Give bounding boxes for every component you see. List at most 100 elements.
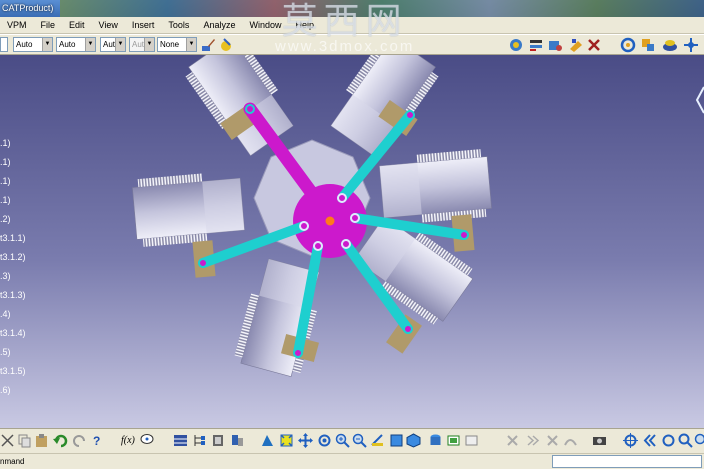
painter-icon[interactable] [218, 37, 234, 53]
tree-node[interactable]: .6) [0, 385, 11, 395]
chevron-down-icon[interactable]: ▼ [85, 38, 95, 51]
formula-icon[interactable]: f(x) [121, 433, 139, 448]
drive-icon[interactable] [662, 37, 678, 53]
swap-icon[interactable] [464, 433, 479, 448]
tree-node[interactable]: t3.1.3) [0, 290, 26, 300]
normal-view-icon[interactable] [370, 433, 385, 448]
tree-node[interactable]: t3.1.2) [0, 252, 26, 262]
color-combo-value: Auto [16, 40, 33, 49]
graphic-properties-toolbar: Auto ▼ Auto ▼ Aut ▼ Aut ▼ None ▼ [0, 35, 704, 55]
menu-help[interactable]: Help [288, 20, 321, 30]
line-weight-combo[interactable]: Aut ▼ [100, 37, 126, 52]
tree-node[interactable]: .4) [0, 309, 11, 319]
title-bar-background-photo [60, 0, 704, 17]
measure-icon[interactable] [568, 37, 584, 53]
undo-icon[interactable] [53, 433, 68, 448]
menu-analyze[interactable]: Analyze [196, 20, 242, 30]
rotate-icon[interactable] [620, 37, 636, 53]
arrows-icon[interactable] [642, 433, 657, 448]
menu-view[interactable]: View [92, 20, 125, 30]
menu-insert[interactable]: Insert [125, 20, 162, 30]
svg-text:?: ? [93, 434, 100, 448]
paste-icon[interactable] [34, 433, 49, 448]
paint-brush-icon[interactable] [200, 37, 216, 53]
catalog-icon[interactable] [211, 433, 226, 448]
color-combo[interactable]: Auto ▼ [13, 37, 53, 52]
spline-icon[interactable] [563, 433, 578, 448]
layer-combo[interactable]: None ▼ [157, 37, 197, 52]
layer-combo-value: None [160, 40, 180, 49]
redo-icon[interactable] [72, 433, 87, 448]
tree-node[interactable]: .1) [0, 157, 11, 167]
tree-node[interactable]: .1) [0, 195, 11, 205]
help-icon[interactable]: ? [90, 433, 105, 448]
menu-vpm[interactable]: VPM [0, 20, 34, 30]
fly-icon[interactable] [260, 433, 275, 448]
tree-node[interactable]: .2) [0, 214, 11, 224]
radial-engine-model[interactable] [0, 55, 704, 428]
tree-node[interactable]: .1) [0, 138, 11, 148]
target-icon[interactable] [623, 433, 638, 448]
snap-alt-icon[interactable] [545, 433, 560, 448]
copy-icon[interactable] [17, 433, 32, 448]
transparency-combo-value: Auto [59, 40, 76, 49]
comment-icon[interactable] [140, 433, 155, 448]
transparency-combo[interactable]: Auto ▼ [56, 37, 96, 52]
menu-tools[interactable]: Tools [161, 20, 196, 30]
snap-icon[interactable] [505, 433, 520, 448]
status-bar: nmand [0, 453, 704, 469]
tree-node[interactable]: t3.1.1) [0, 233, 26, 243]
clash-icon[interactable] [230, 433, 245, 448]
bottom-toolbar: ? f(x) [0, 428, 704, 453]
zoom-icon[interactable] [694, 433, 704, 448]
compass-icon[interactable] [683, 37, 699, 53]
gear-icon[interactable] [640, 37, 656, 53]
catalog-icon[interactable] [586, 37, 602, 53]
3d-viewport[interactable]: .1) .1) .1) .1) .2) t3.1.1) t3.1.2) .3) t3.1.3).… [0, 55, 704, 428]
tree-node[interactable]: t3.1.4) [0, 328, 26, 338]
camera-icon[interactable] [592, 433, 607, 448]
window-title: CATProduct) [2, 3, 54, 13]
combo-partial[interactable] [0, 37, 8, 52]
line-type-combo-value: Aut [132, 40, 145, 49]
center-pin [325, 216, 335, 226]
hide-show-icon[interactable] [446, 433, 461, 448]
tree-node[interactable]: t3.1.5) [0, 366, 26, 376]
cube-icon[interactable] [406, 433, 421, 448]
title-bar: CATProduct) [0, 0, 704, 17]
menu-file[interactable]: File [34, 20, 63, 30]
menu-bar: VPM File Edit View Insert Tools Analyze … [0, 17, 704, 34]
tree-node[interactable]: .5) [0, 347, 11, 357]
rotate-icon[interactable] [317, 433, 332, 448]
zoom-out-icon[interactable] [352, 433, 367, 448]
cylinder-3[interactable] [131, 169, 246, 248]
rotate-view-icon[interactable] [661, 433, 676, 448]
shading-icon[interactable] [428, 433, 443, 448]
chevrons-icon[interactable] [525, 433, 540, 448]
command-input[interactable] [552, 455, 702, 468]
sketch-icon[interactable] [547, 37, 563, 53]
tree-node[interactable]: .1) [0, 176, 11, 186]
zoom-in-icon[interactable] [335, 433, 350, 448]
table-icon[interactable] [173, 433, 188, 448]
cylinder-6[interactable] [378, 148, 493, 227]
menu-edit[interactable]: Edit [62, 20, 92, 30]
chevron-down-icon[interactable]: ▼ [42, 38, 52, 51]
line-weight-combo-value: Aut [103, 40, 116, 49]
line-type-combo: Aut ▼ [129, 37, 155, 52]
search-icon[interactable] [678, 433, 693, 448]
tree-icon[interactable] [192, 433, 207, 448]
iso-view-icon[interactable] [389, 433, 404, 448]
fit-all-icon[interactable] [279, 433, 294, 448]
tree-node[interactable]: .3) [0, 271, 11, 281]
pan-icon[interactable] [298, 433, 313, 448]
multi-view-icon[interactable] [508, 37, 524, 53]
chevron-down-icon[interactable]: ▼ [186, 38, 196, 51]
cut-icon[interactable] [0, 433, 15, 448]
chevron-down-icon: ▼ [144, 38, 154, 51]
compass-widget-icon[interactable] [695, 86, 704, 114]
menu-window[interactable]: Window [242, 20, 288, 30]
chevron-down-icon[interactable]: ▼ [115, 38, 125, 51]
link-rod-2[interactable] [350, 213, 469, 240]
spec-icon[interactable] [528, 37, 544, 53]
